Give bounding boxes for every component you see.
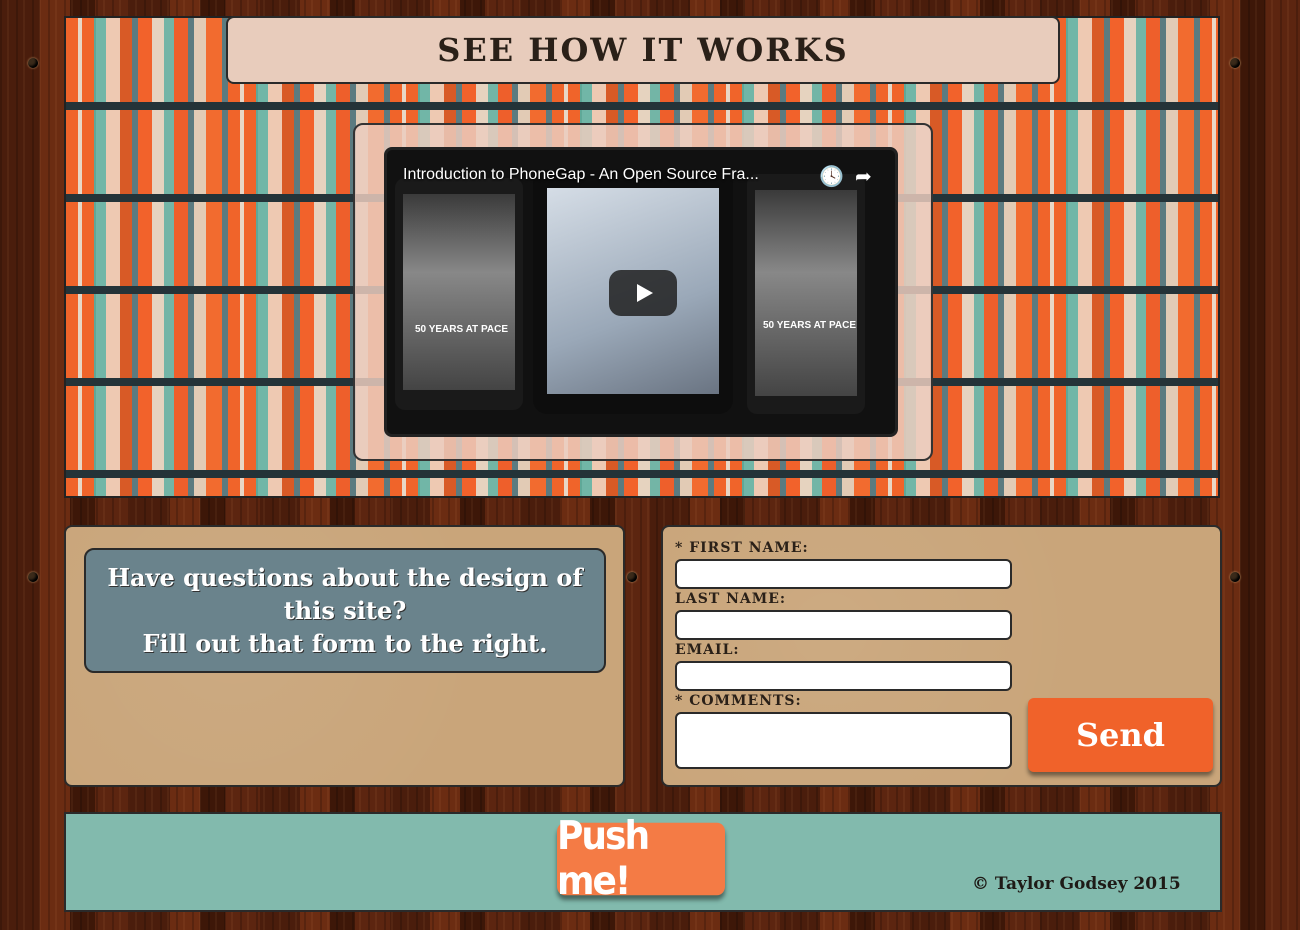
video-title[interactable]: Introduction to PhoneGap - An Open Sourc… [403, 166, 759, 184]
play-icon[interactable] [609, 270, 677, 316]
first-name-label: * First Name: [675, 540, 809, 556]
question-text: Have questions about the design of this … [107, 563, 583, 625]
phone-right-caption: 50 YEARS AT PACE [763, 320, 856, 331]
phone-left-caption: 50 YEARS AT PACE [415, 324, 508, 335]
first-name-input[interactable] [675, 559, 1012, 589]
email-label: Email: [675, 642, 740, 658]
last-name-label: Last Name: [675, 591, 787, 607]
send-button[interactable]: Send [1028, 698, 1213, 772]
nail-icon [28, 572, 38, 582]
clock-icon[interactable]: 🕓 [819, 164, 844, 188]
comments-textarea[interactable] [675, 712, 1012, 769]
share-icon[interactable]: ➦ [855, 164, 872, 188]
push-me-button[interactable]: Push me! [557, 814, 725, 904]
copyright-text: © Taylor Godsey 2015 [972, 874, 1181, 894]
question-box: Have questions about the design of this … [84, 548, 606, 673]
comments-label: * Comments: [675, 693, 802, 709]
last-name-input[interactable] [675, 610, 1012, 640]
nail-icon [1230, 58, 1240, 68]
phone-image-left: 50 YEARS AT PACE [395, 178, 523, 410]
nail-icon [627, 572, 637, 582]
question-instruction: Fill out that form to the right. [142, 629, 548, 658]
page-title: See How It Works [226, 16, 1060, 84]
phone-image-right: 50 YEARS AT PACE [747, 174, 865, 414]
nail-icon [28, 58, 38, 68]
video-player[interactable]: 50 YEARS AT PACE 50 YEARS AT PACE Introd… [384, 147, 898, 437]
email-input[interactable] [675, 661, 1012, 691]
nail-icon [1230, 572, 1240, 582]
